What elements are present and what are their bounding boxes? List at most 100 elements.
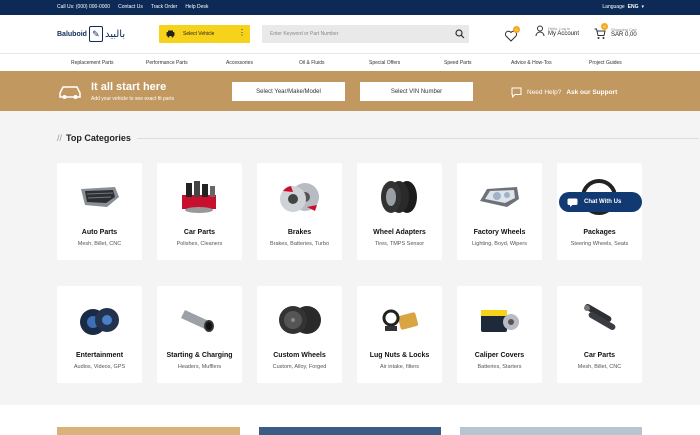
shocks-icon — [584, 304, 616, 330]
language-selector[interactable]: Language ENG ▾ — [602, 4, 644, 10]
chevron-down-icon: ▾ — [641, 4, 644, 10]
category-card[interactable]: Factory Wheels Lighting, Boyd, Wipers — [457, 163, 542, 260]
category-desc: Batteries, Starters — [477, 364, 522, 370]
promo-image-3[interactable] — [460, 427, 642, 435]
car-icon — [59, 86, 81, 99]
wishlist-count-badge: 0 — [513, 26, 520, 33]
category-card[interactable]: Car Parts Polishes, Cleaners — [157, 163, 242, 260]
help-desk-link[interactable]: Help Desk — [185, 4, 208, 10]
track-order-link[interactable]: Track Order — [151, 4, 177, 10]
site-logo[interactable]: Baluboid ✎ بالبيد — [57, 25, 145, 43]
category-title: Caliper Covers — [474, 352, 525, 359]
logo-text-ar: بالبيد — [104, 28, 126, 40]
category-card[interactable]: Caliper Covers Batteries, Starters — [457, 286, 542, 383]
category-title: Wheel Adapters — [373, 229, 426, 236]
cart-count-badge: 0 — [601, 23, 608, 30]
category-desc: Tires, TMPS Sensor — [374, 241, 425, 247]
category-desc: Air intake, filters — [379, 364, 420, 370]
category-title: Entertainment — [75, 352, 124, 359]
nav-item-special-offers[interactable]: Special Offers — [369, 60, 400, 66]
car-icon — [166, 30, 175, 38]
grille-icon — [81, 187, 119, 207]
headlight-icon — [480, 187, 519, 207]
brake-disc-icon — [280, 183, 319, 212]
logo-mark-icon: ✎ — [88, 26, 103, 42]
search-bar — [262, 25, 469, 43]
cart-button[interactable]: 0 Shopping Cart SAR 0,00 — [594, 23, 637, 39]
vehicle-banner: It all start here Add your vehicle to se… — [0, 71, 700, 111]
category-title: Car Parts — [583, 352, 616, 359]
wishlist-button[interactable]: 0 — [504, 26, 520, 42]
category-desc: Mesh, Billet, CNC — [77, 241, 122, 247]
polish-kit-icon — [182, 181, 216, 213]
select-vin-button[interactable]: Select VIN Number — [360, 82, 473, 101]
category-title: Auto Parts — [81, 229, 118, 236]
category-title: Starting & Charging — [166, 352, 233, 359]
select-vehicle-button[interactable]: Select Vehicle ⋮ — [159, 25, 250, 43]
help-link-text: Ask our Support — [566, 89, 618, 96]
category-desc: Lighting, Boyd, Wipers — [471, 241, 528, 247]
exhaust-tip-icon — [181, 310, 214, 332]
category-title: Custom Wheels — [273, 352, 326, 359]
nav-item-replacement-parts[interactable]: Replacement Parts — [71, 60, 114, 66]
language-value: ENG — [627, 4, 639, 10]
chat-label: Chat With Us — [584, 199, 622, 205]
category-card[interactable]: Wheel Adapters Tires, TMPS Sensor — [357, 163, 442, 260]
nav-item-accessories[interactable]: Accessories — [226, 60, 253, 66]
category-desc: Steering Wheels, Seats — [570, 241, 629, 247]
category-card[interactable]: Entertainment Audios, Videos, GPS — [57, 286, 142, 383]
call-us-text: Call Us: (000) 000-0000 — [57, 4, 111, 10]
search-input[interactable] — [262, 25, 442, 43]
category-card[interactable]: Brakes Brakes, Batteries, Turbo — [257, 163, 342, 260]
support-link[interactable]: Need Help? Ask our Support — [511, 87, 617, 98]
search-icon[interactable] — [455, 29, 465, 39]
category-card[interactable]: Custom Wheels Custom, Alloy, Forged — [257, 286, 342, 383]
top-bar: Call Us: (000) 000-0000 Contact Us Track… — [0, 0, 700, 15]
nav-item-oil-fluids[interactable]: Oil & Fluids — [299, 60, 325, 66]
contact-us-link[interactable]: Contact Us — [118, 4, 143, 10]
chat-icon — [567, 198, 578, 207]
category-card[interactable]: Auto Parts Mesh, Billet, CNC — [57, 163, 142, 260]
category-title: Factory Wheels — [473, 229, 526, 236]
category-desc: Polishes, Cleaners — [176, 241, 223, 247]
battery-icon — [481, 310, 519, 332]
header: Baluboid ✎ بالبيد Select Vehicle ⋮ 0 Hel — [0, 15, 700, 53]
speaker-icon — [80, 308, 119, 335]
category-desc: Brakes, Batteries, Turbo — [270, 241, 329, 247]
category-card[interactable]: Car Parts Mesh, Billet, CNC — [557, 286, 642, 383]
category-card[interactable]: Lug Nuts & Locks Air intake, filters — [357, 286, 442, 383]
filters-icon — [382, 309, 419, 331]
category-title: Packages — [583, 229, 616, 236]
nav-item-performance-parts[interactable]: Performance Parts — [146, 60, 188, 66]
nav-item-advice[interactable]: Advice & How-Tos — [511, 60, 552, 66]
nav-item-speed-parts[interactable]: Speed Parts — [444, 60, 472, 66]
tires-icon — [381, 181, 417, 213]
title-divider — [137, 138, 699, 139]
banner-title: It all start here — [91, 81, 167, 93]
category-title: Brakes — [287, 229, 312, 236]
alloy-wheels-icon — [279, 306, 321, 334]
promo-image-1[interactable] — [57, 427, 240, 435]
user-icon — [535, 25, 545, 37]
section-title: // Top Categories — [57, 133, 699, 143]
chat-with-us-button[interactable]: Chat With Us — [559, 192, 642, 212]
language-label: Language — [602, 4, 625, 10]
account-button[interactable]: Hello, Log in My Account — [535, 25, 579, 37]
category-desc: Audios, Videos, GPS — [73, 364, 126, 370]
banner-subtitle: Add your vehicle to see exact fit parts — [91, 96, 175, 102]
promo-image-2[interactable] — [259, 427, 441, 435]
logo-text-en: Baluboid — [57, 30, 87, 38]
category-title: Car Parts — [183, 229, 216, 236]
category-desc: Headers, Mufflers — [177, 364, 222, 370]
category-desc: Mesh, Billet, CNC — [577, 364, 622, 370]
nav-item-project-guides[interactable]: Project Guides — [589, 60, 622, 66]
select-vehicle-label: Select Vehicle — [183, 31, 215, 37]
category-card[interactable]: Starting & Charging Headers, Mufflers — [157, 286, 242, 383]
select-year-make-model-button[interactable]: Select Year/Make/Model — [232, 82, 345, 101]
main-nav: Replacement Parts Performance Parts Acce… — [0, 53, 700, 71]
category-desc: Custom, Alloy, Forged — [272, 364, 327, 370]
category-title: Lug Nuts & Locks — [369, 352, 430, 359]
top-categories-heading: Top Categories — [66, 133, 131, 143]
more-vertical-icon: ⋮ — [238, 28, 246, 37]
help-question: Need Help? — [527, 89, 562, 96]
